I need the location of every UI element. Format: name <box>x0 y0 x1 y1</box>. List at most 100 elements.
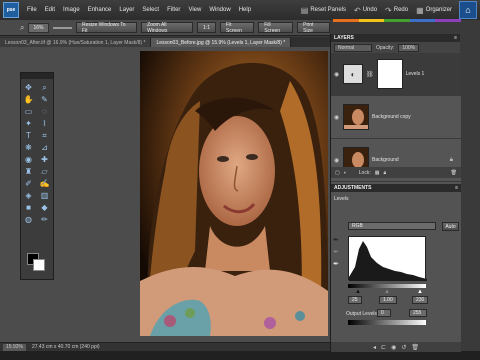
layers-panel-header[interactable]: LAYERS ≡ <box>331 34 460 42</box>
visibility-eye-icon[interactable]: ◉ <box>334 114 340 121</box>
zoom-all-windows-checkbox[interactable]: Zoom All Windows <box>141 22 194 34</box>
options-bar: ⌕ 16% Resize Windows To Fit Zoom All Win… <box>0 20 330 36</box>
layer-mask-thumbnail[interactable] <box>376 59 403 89</box>
channel-select[interactable]: RGB <box>348 222 436 230</box>
pencil-tool-icon[interactable]: ✏ <box>38 214 52 225</box>
panel-bin-scrollbar[interactable] <box>461 20 480 351</box>
histogram-graphic <box>349 241 427 281</box>
output-levels-slider[interactable] <box>348 320 426 325</box>
fit-screen-button[interactable]: Fit Screen <box>220 22 255 34</box>
reset-icon[interactable]: ↺ <box>401 344 406 351</box>
back-arrow-icon[interactable]: ◂ <box>373 344 376 351</box>
home-button[interactable]: ⌂ <box>459 1 477 19</box>
menu-file[interactable]: File <box>23 7 41 13</box>
menu-enhance[interactable]: Enhance <box>84 7 116 13</box>
menu-filter[interactable]: Filter <box>163 7 184 13</box>
white-input-slider-icon[interactable]: ▲ <box>417 289 423 295</box>
output-white-field[interactable]: 255 <box>409 309 427 317</box>
gray-input-field[interactable]: 1.00 <box>379 296 397 304</box>
zoom-field[interactable]: 16% <box>28 22 49 33</box>
clone-stamp-tool-icon[interactable]: ♜ <box>22 166 36 177</box>
magic-wand-tool-icon[interactable]: ✦ <box>22 118 36 129</box>
gray-input-slider-icon[interactable]: ▲ <box>384 289 390 295</box>
straighten-tool-icon[interactable]: ⊿ <box>38 142 52 153</box>
menu-image[interactable]: Image <box>59 7 84 13</box>
shape-tool-icon[interactable]: ■ <box>22 202 36 213</box>
print-size-button[interactable]: Print Size <box>297 22 330 34</box>
input-levels-slider[interactable] <box>348 284 426 288</box>
output-black-field[interactable]: 0 <box>377 309 391 317</box>
adjustments-panel: ADJUSTMENTS ≡ Levels RGB Auto ✒ ✒ ✒ ▲ ▲ … <box>331 184 461 352</box>
black-point-eyedropper-icon[interactable]: ✒ <box>333 236 343 244</box>
smart-brush-tool-icon[interactable]: ✍ <box>38 178 52 189</box>
lock-transparency-icon[interactable]: ▦ <box>375 170 380 176</box>
menu-layer[interactable]: Layer <box>115 7 138 13</box>
menu-view[interactable]: View <box>184 7 205 13</box>
background-color-swatch[interactable] <box>33 259 45 271</box>
visibility-eye-icon[interactable]: ◉ <box>391 344 396 351</box>
menu-select[interactable]: Select <box>138 7 163 13</box>
gray-point-eyedropper-icon[interactable]: ✒ <box>333 248 343 256</box>
clip-to-layer-icon[interactable]: ⊏ <box>381 344 386 351</box>
layer-background-copy[interactable]: ◉ Background copy <box>331 96 461 139</box>
panel-menu-icon[interactable]: ≡ <box>454 35 457 41</box>
portrait-image[interactable] <box>140 51 328 336</box>
reset-panels-button[interactable]: ▤ Reset Panels <box>297 6 350 15</box>
panel-menu-icon[interactable]: ≡ <box>455 185 458 191</box>
white-input-field[interactable]: 230 <box>412 296 428 304</box>
zoom-readout[interactable]: 15.93% <box>3 343 26 351</box>
black-input-field[interactable]: 25 <box>348 296 362 304</box>
visibility-eye-icon[interactable]: ◉ <box>334 157 340 164</box>
crop-tool-icon[interactable]: ⌗ <box>38 130 52 141</box>
brush-tool-icon[interactable]: ✐ <box>22 178 36 189</box>
cookie-cutter-tool-icon[interactable]: ❋ <box>22 142 36 153</box>
auto-button[interactable]: Auto <box>442 222 459 231</box>
tab-after[interactable]: Lesson03_After.tif @ 16.9% (Hue/Saturati… <box>0 38 152 47</box>
menu-help[interactable]: Help <box>235 7 255 13</box>
sponge-tool-icon[interactable]: ◍ <box>22 214 36 225</box>
lock-all-icon[interactable]: 🔒︎ <box>383 170 386 176</box>
delete-layer-icon[interactable]: 🗑︎ <box>451 170 457 176</box>
undo-icon: ↶ <box>354 5 361 15</box>
layer-levels-1[interactable]: ◉ ◐ ⛓ Levels 1 <box>331 53 461 96</box>
undo-button[interactable]: ↶ Undo <box>350 6 381 15</box>
eyedropper-tool-icon[interactable]: ✎ <box>38 94 52 105</box>
redo-icon: ↷ <box>385 5 392 15</box>
move-tool-icon[interactable]: ✥ <box>22 82 36 93</box>
tab-before[interactable]: Lesson03_Before.jpg @ 15.9% (Levels 1, L… <box>151 38 292 47</box>
reset-panels-label: Reset Panels <box>310 7 346 13</box>
organizer-button[interactable]: ▦ Organizer <box>412 6 456 15</box>
resize-windows-checkbox[interactable]: Resize Windows To Fit <box>75 22 138 34</box>
type-tool-icon[interactable]: T <box>22 130 36 141</box>
black-input-slider-icon[interactable]: ▲ <box>355 289 361 295</box>
hand-tool-icon[interactable]: ✋ <box>22 94 36 105</box>
gradient-tool-icon[interactable]: ▥ <box>38 190 52 201</box>
white-point-eyedropper-icon[interactable]: ✒ <box>333 260 343 268</box>
adjustment-layer-menu-icon[interactable]: ◐ <box>344 170 347 176</box>
healing-brush-tool-icon[interactable]: ✚ <box>38 154 52 165</box>
zoom-slider[interactable] <box>52 26 72 29</box>
blur-tool-icon[interactable]: ◆ <box>38 202 52 213</box>
red-eye-tool-icon[interactable]: ◉ <box>22 154 36 165</box>
lasso-tool-icon[interactable]: ◌ <box>38 106 52 117</box>
new-layer-icon[interactable]: ▢ <box>335 170 340 176</box>
visibility-eye-icon[interactable]: ◉ <box>334 71 340 78</box>
menu-edit[interactable]: Edit <box>41 7 59 13</box>
opacity-field[interactable]: 100% <box>398 43 420 52</box>
app-logo[interactable]: pse <box>3 2 19 18</box>
canvas-area[interactable]: ✥ ⌕ ✋ ✎ ▭ ◌ ✦ ⌇ T ⌗ ❋ ⊿ ◉ ✚ ♜ ▱ ✐ ✍ ◈ ▥ … <box>0 47 330 342</box>
paint-bucket-tool-icon[interactable]: ◈ <box>22 190 36 201</box>
toolbox: ✥ ⌕ ✋ ✎ ▭ ◌ ✦ ⌇ T ⌗ ❋ ⊿ ◉ ✚ ♜ ▱ ✐ ✍ ◈ ▥ … <box>20 72 54 280</box>
redo-button[interactable]: ↷ Redo <box>381 6 412 15</box>
menu-window[interactable]: Window <box>205 7 234 13</box>
zoom-tool-icon[interactable]: ⌕ <box>38 82 52 93</box>
adjustments-panel-header[interactable]: ADJUSTMENTS ≡ <box>331 184 461 192</box>
blend-mode-select[interactable]: Normal <box>334 43 372 52</box>
selection-brush-tool-icon[interactable]: ⌇ <box>38 118 52 129</box>
marquee-tool-icon[interactable]: ▭ <box>22 106 36 117</box>
fill-screen-button[interactable]: Fill Screen <box>258 22 294 34</box>
delete-adjustment-icon[interactable]: 🗑︎ <box>411 344 419 351</box>
eraser-tool-icon[interactable]: ▱ <box>38 166 52 177</box>
color-chip <box>435 19 461 22</box>
ratio-button[interactable]: 1:1 <box>197 22 217 33</box>
